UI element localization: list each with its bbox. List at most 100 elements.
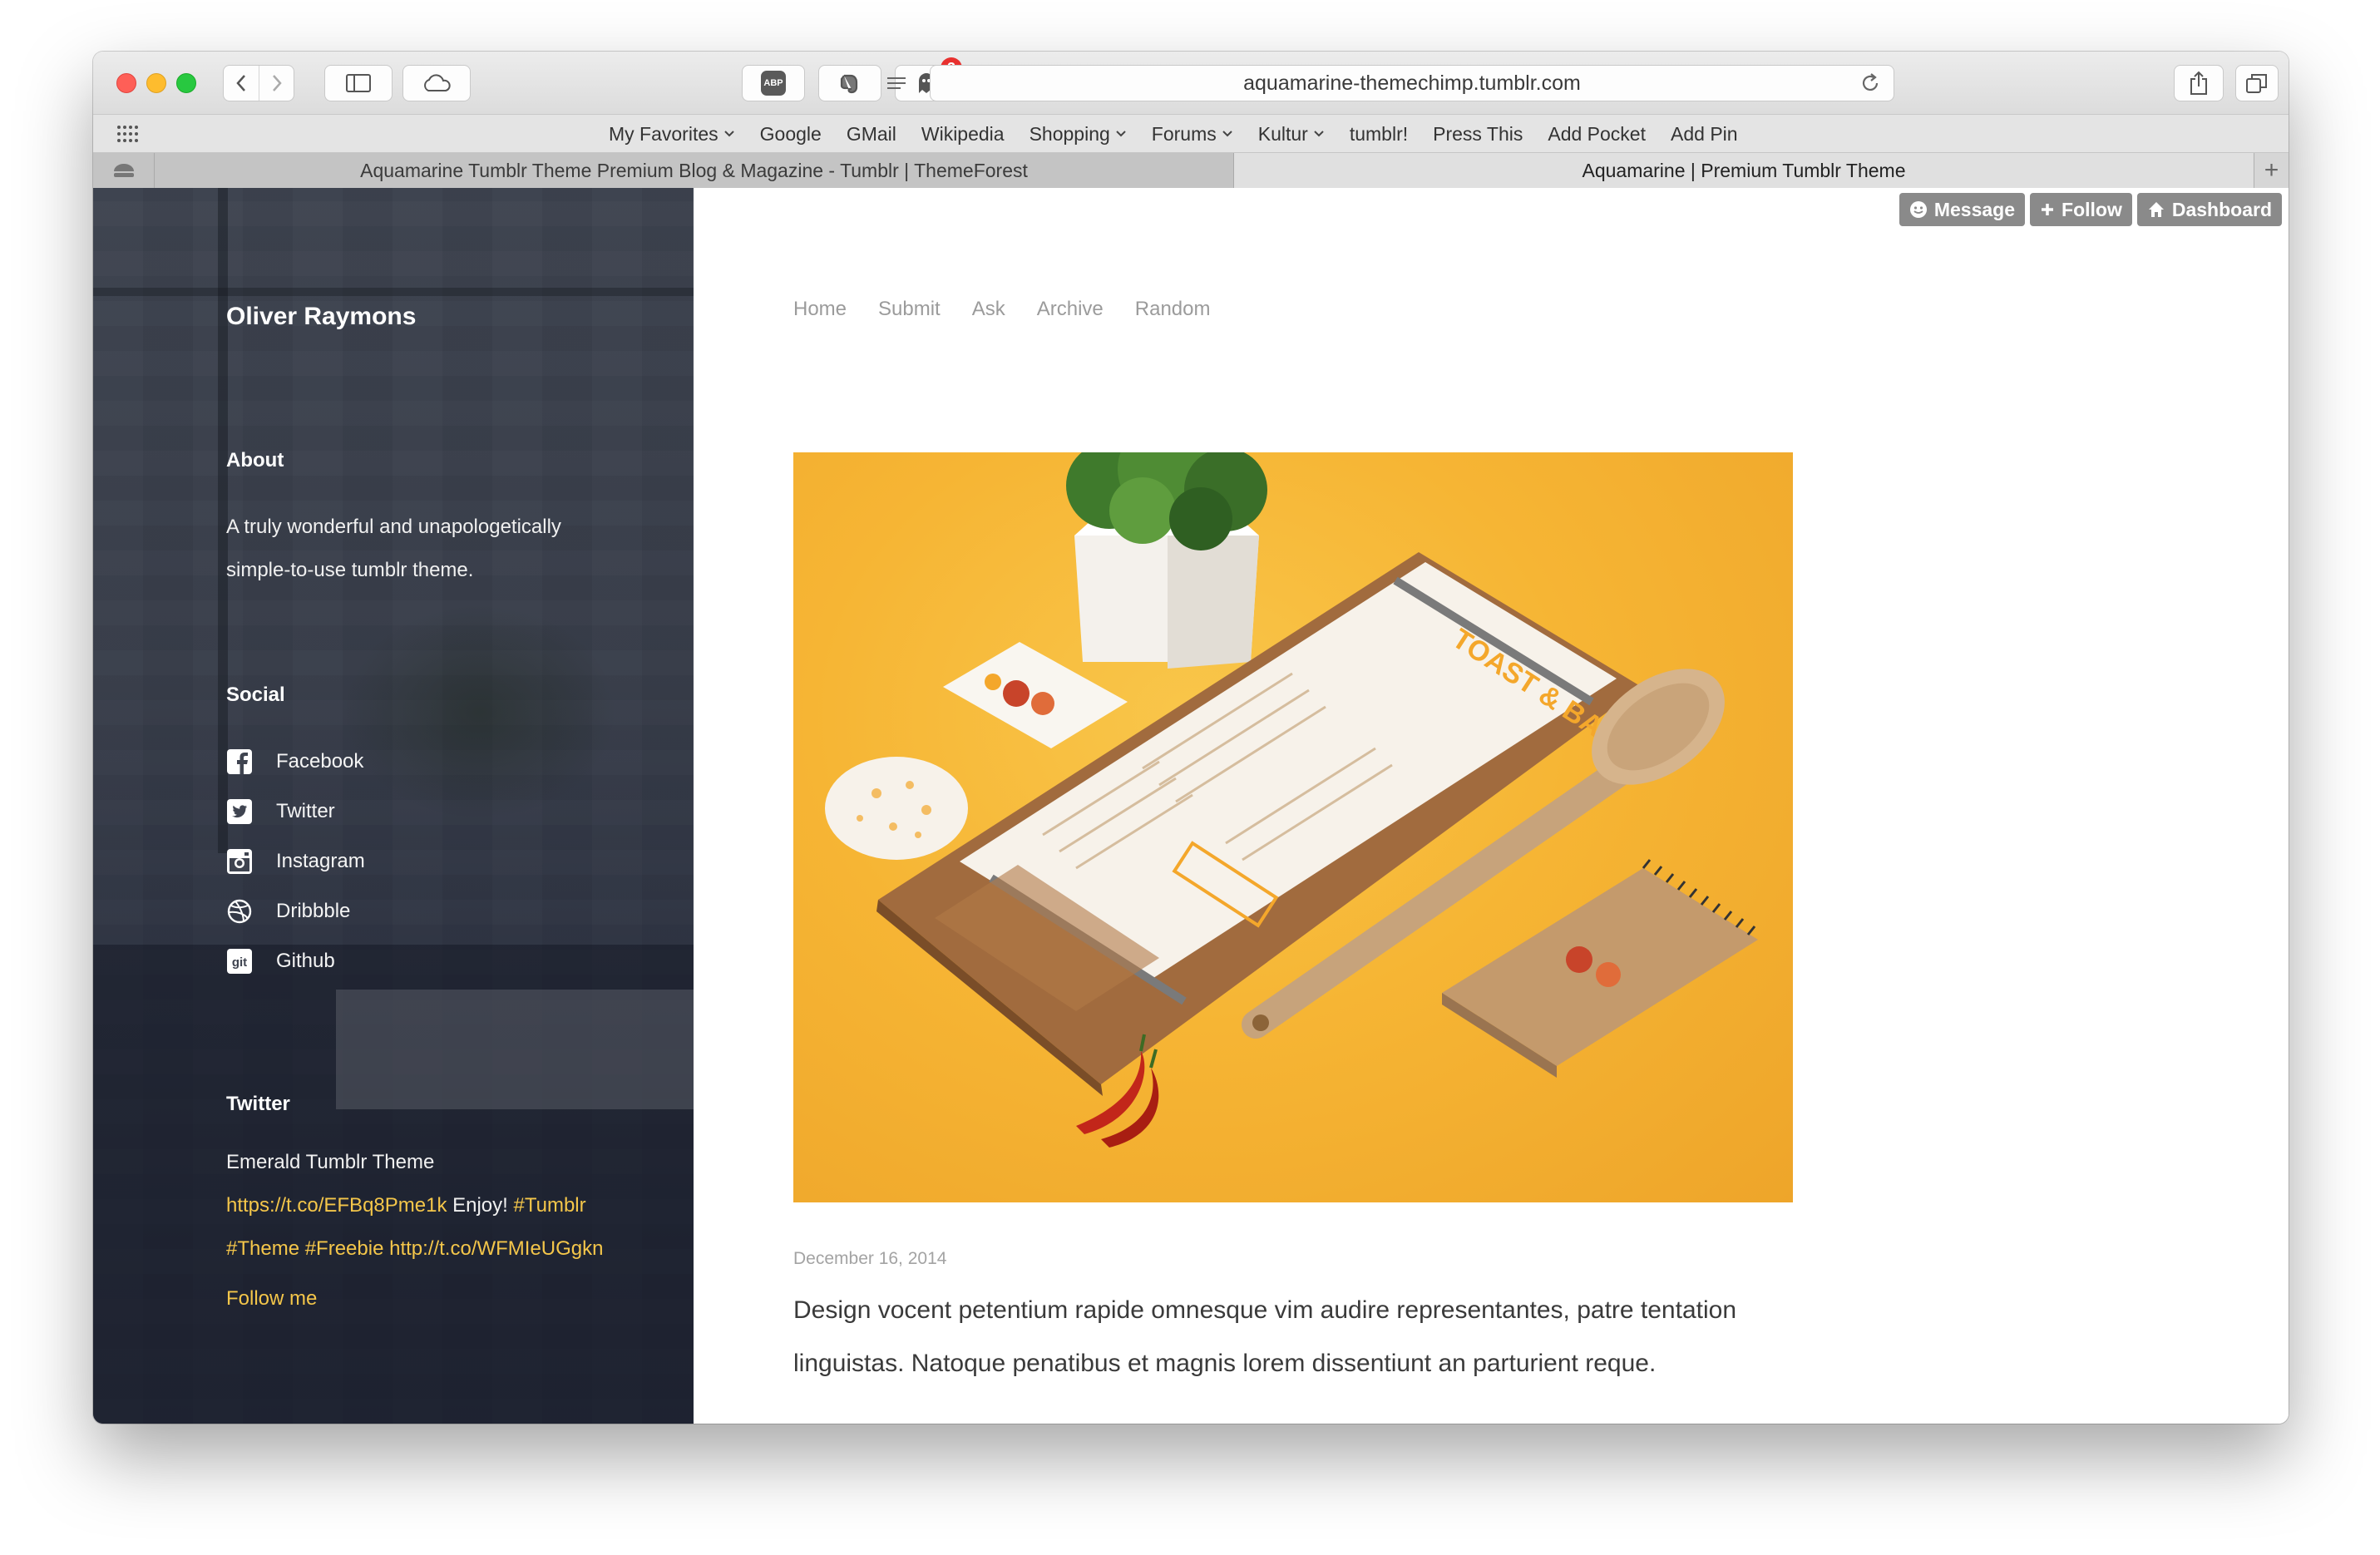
evernote-icon [840, 74, 858, 94]
chevron-right-icon [272, 75, 282, 91]
dashboard-label: Dashboard [2171, 198, 2272, 220]
evernote-button[interactable] [818, 65, 881, 101]
show-all-tabs-button[interactable] [2235, 65, 2279, 101]
back-forward-buttons [223, 65, 294, 101]
social-label: Instagram [276, 850, 365, 872]
bookmark-my-favorites[interactable]: My Favorites [609, 123, 735, 146]
social-label: Twitter [276, 800, 335, 822]
nav-home[interactable]: Home [793, 298, 847, 321]
pinned-tab[interactable] [93, 153, 155, 188]
social-link-dribbble[interactable]: Dribbble [226, 886, 365, 936]
background-decoration [336, 990, 694, 1109]
social-link-github[interactable]: git Github [226, 936, 365, 986]
forward-button[interactable] [259, 66, 294, 101]
tweet-text: Emerald Tumblr Theme [226, 1151, 435, 1173]
potted-plant [1066, 452, 1267, 669]
bookmark-label: tumblr! [1349, 122, 1409, 145]
icloud-tabs-button[interactable] [402, 65, 471, 101]
twitter-icon [226, 798, 253, 825]
bookmark-wikipedia[interactable]: Wikipedia [921, 123, 1005, 146]
nav-random[interactable]: Random [1135, 298, 1211, 321]
bookmark-google[interactable]: Google [760, 123, 822, 146]
tab-aquamarine[interactable]: Aquamarine | Premium Tumblr Theme [1234, 153, 2254, 188]
message-icon [1909, 201, 1927, 218]
dashboard-button[interactable]: Dashboard [2136, 193, 2282, 226]
social-label: Facebook [276, 750, 364, 773]
instagram-icon [226, 848, 253, 875]
blog-sidebar: Oliver Raymons About A truly wonderful a… [93, 188, 694, 1424]
close-window-button[interactable] [116, 73, 136, 93]
nav-archive[interactable]: Archive [1037, 298, 1104, 321]
nav-ask[interactable]: Ask [972, 298, 1005, 321]
reload-icon[interactable] [1859, 72, 1882, 95]
bookmark-label: Forums [1151, 122, 1217, 145]
pinned-site-icon [113, 164, 134, 177]
main-nav: Home Submit Ask Archive Random [793, 298, 1211, 321]
sidebar-toggle-button[interactable] [324, 65, 393, 101]
blog-title[interactable]: Oliver Raymons [226, 303, 416, 331]
page-content: Oliver Raymons About A truly wonderful a… [93, 188, 2289, 1424]
tab-themeforest[interactable]: Aquamarine Tumblr Theme Premium Blog & M… [155, 153, 1234, 188]
coaster [825, 757, 968, 860]
follow-label: Follow [2062, 198, 2122, 220]
social-links: Facebook Twitter Instagram Dribbble git … [226, 737, 365, 986]
message-button[interactable]: Message [1899, 193, 2026, 226]
tumblr-controls: Message Follow Dashboard [1899, 193, 2282, 226]
bookmark-shopping[interactable]: Shopping [1030, 123, 1127, 146]
bookmark-add-pocket[interactable]: Add Pocket [1548, 123, 1646, 146]
new-tab-button[interactable]: + [2254, 153, 2289, 188]
nav-submit[interactable]: Submit [878, 298, 941, 321]
back-button[interactable] [224, 66, 259, 101]
social-link-twitter[interactable]: Twitter [226, 787, 365, 837]
background-decoration [343, 604, 617, 820]
tab-title: Aquamarine | Premium Tumblr Theme [1582, 159, 1906, 181]
bookmark-label: My Favorites [609, 122, 718, 145]
top-sites-grid-icon[interactable] [116, 125, 138, 143]
url-text: aquamarine-themechimp.tumblr.com [1243, 71, 1581, 95]
bookmark-forums[interactable]: Forums [1152, 123, 1233, 146]
bookmarks-bar: My Favorites Google GMail Wikipedia Shop… [93, 115, 2289, 153]
tweet-text: Enjoy! [447, 1194, 514, 1217]
share-icon [2190, 71, 2207, 95]
bookmark-label: GMail [846, 122, 896, 145]
zoom-window-button[interactable] [176, 73, 196, 93]
plus-icon [2042, 204, 2054, 215]
social-link-facebook[interactable]: Facebook [226, 737, 365, 787]
bookmark-kultur[interactable]: Kultur [1258, 123, 1325, 146]
chevron-down-icon [1314, 131, 1324, 137]
share-button[interactable] [2174, 65, 2224, 101]
about-text: A truly wonderful and unapologetically s… [226, 516, 561, 581]
social-link-instagram[interactable]: Instagram [226, 837, 365, 886]
bookmark-label: Wikipedia [921, 122, 1005, 145]
reader-mode-icon[interactable] [884, 71, 909, 96]
bookmark-gmail[interactable]: GMail [847, 123, 896, 146]
social-label: Github [276, 950, 335, 972]
tweet-link[interactable]: https://t.co/EFBq8Pme1k [226, 1194, 447, 1217]
menu-mockup-illustration: TOAST & BACON [825, 452, 1758, 1148]
tab-bar: Aquamarine Tumblr Theme Premium Blog & M… [93, 153, 2289, 188]
message-label: Message [1933, 198, 2016, 220]
post-date[interactable]: December 16, 2014 [793, 1249, 946, 1269]
social-heading: Social [226, 684, 285, 706]
follow-button[interactable]: Follow [2030, 193, 2132, 226]
chevron-down-icon [1116, 131, 1126, 137]
tab-title: Aquamarine Tumblr Theme Premium Blog & M… [360, 159, 1028, 181]
dribbble-icon [226, 898, 253, 925]
chevron-left-icon [236, 75, 245, 91]
tabs-overview-icon [2246, 74, 2267, 93]
address-bar[interactable]: aquamarine-themechimp.tumblr.com [887, 65, 1894, 101]
social-label: Dribbble [276, 900, 351, 922]
bookmark-label: Add Pin [1671, 122, 1738, 145]
follow-me-link[interactable]: Follow me [226, 1287, 317, 1311]
facebook-icon [226, 748, 253, 775]
notebook [1442, 859, 1758, 1078]
background-decoration [93, 288, 694, 296]
bookmark-press-this[interactable]: Press This [1433, 123, 1523, 146]
minimize-window-button[interactable] [146, 73, 166, 93]
plus-icon: + [2264, 156, 2279, 184]
bookmark-tumblr[interactable]: tumblr! [1350, 123, 1408, 146]
adblock-button[interactable]: ABP [742, 65, 805, 101]
github-icon: git [226, 948, 253, 975]
bookmark-add-pin[interactable]: Add Pin [1671, 123, 1738, 146]
post-image[interactable]: TOAST & BACON [793, 452, 1793, 1202]
